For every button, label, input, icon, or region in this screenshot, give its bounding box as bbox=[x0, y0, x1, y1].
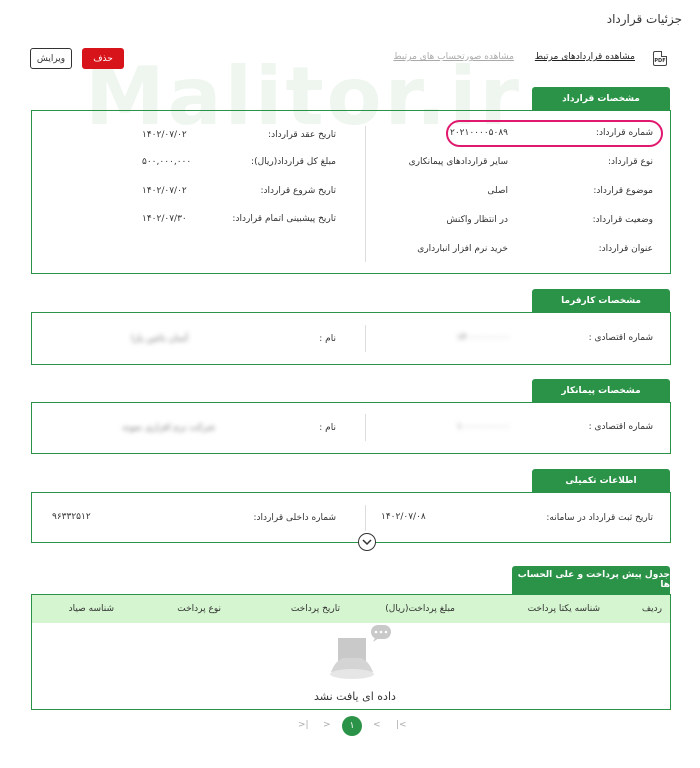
chevron-down-icon bbox=[362, 538, 372, 545]
contract-type-value: سایر قراردادهای پیمانکاری bbox=[408, 157, 508, 167]
delete-button[interactable]: حذف bbox=[82, 48, 124, 69]
contract-date-value: ۱۴۰۲/۰۷/۰۲ bbox=[142, 130, 187, 140]
payments-section-header: جدول پیش پرداخت و علی الحساب ها bbox=[512, 566, 670, 594]
employer-divider bbox=[365, 325, 366, 352]
col-sayad-id: شناسه صیاد bbox=[68, 604, 114, 614]
current-page-button[interactable]: ۱ bbox=[342, 716, 362, 736]
employer-card bbox=[31, 312, 671, 365]
contractor-section-header: مشخصات پیمانکار bbox=[532, 379, 670, 402]
contract-date-label: تاریخ عقد قرارداد: bbox=[268, 130, 336, 140]
first-page-button[interactable]: |< bbox=[298, 720, 309, 730]
contract-amount-label: مبلغ کل قرارداد(ریال): bbox=[251, 157, 336, 167]
col-payment-date: تاریخ پرداخت bbox=[290, 604, 340, 614]
contract-subject-label: موضوع قرارداد: bbox=[593, 186, 653, 196]
empty-state-text: داده ای یافت نشد bbox=[314, 690, 396, 703]
employer-name-value: آسان باغین پارا bbox=[131, 334, 188, 344]
related-invoices-link[interactable]: مشاهده صورتحساب های مرتبط bbox=[393, 52, 514, 62]
next-page-button[interactable]: > bbox=[373, 720, 381, 730]
employer-name-label: نام : bbox=[319, 334, 336, 344]
col-row: ردیف bbox=[641, 604, 662, 614]
page-title: جزئیات قرارداد bbox=[606, 12, 682, 26]
employer-econ-label: شماره اقتصادی : bbox=[588, 333, 653, 343]
contract-number-value: ۲۰۲۱۰۰۰۰۵۰۸۹ bbox=[449, 128, 508, 138]
edit-button[interactable]: ویرایش bbox=[30, 48, 72, 69]
extra-divider bbox=[365, 505, 366, 531]
contract-section-header: مشخصات قرارداد bbox=[532, 87, 670, 110]
contract-end-value: ۱۴۰۲/۰۷/۳۰ bbox=[142, 214, 187, 224]
col-payment-id: شناسه یکتا پرداخت bbox=[527, 604, 600, 614]
col-payment-amount: مبلغ پرداخت(ریال) bbox=[385, 604, 455, 614]
extra-section-header: اطلاعات تکمیلی bbox=[532, 469, 670, 492]
contract-start-label: تاریخ شروع قرارداد: bbox=[260, 186, 336, 196]
prev-page-button[interactable]: < bbox=[323, 720, 331, 730]
contractor-name-value: شرکت نرم افزاری نمونه bbox=[122, 423, 215, 433]
registration-date-value: ۱۴۰۲/۰۷/۰۸ bbox=[381, 512, 426, 522]
contract-status-label: وضعیت قرارداد: bbox=[592, 215, 653, 225]
internal-number-value: ۹۶۳۳۲۵۱۲ bbox=[52, 512, 91, 522]
registration-date-label: تاریخ ثبت قرارداد در سامانه: bbox=[546, 513, 653, 523]
contract-type-label: نوع قرارداد: bbox=[607, 157, 653, 167]
last-page-button[interactable]: >| bbox=[396, 720, 407, 730]
contract-subject-value: اصلی bbox=[487, 186, 508, 196]
employer-econ-value: ۱۴۰۰۰۰۰۰۰۰۰ bbox=[456, 333, 510, 343]
pdf-icon[interactable]: PDF bbox=[653, 51, 667, 66]
empty-state-icon bbox=[323, 624, 393, 686]
internal-number-label: شماره داخلی قرارداد: bbox=[253, 513, 337, 523]
contractor-econ-label: شماره اقتصادی : bbox=[588, 422, 653, 432]
contract-title-label: عنوان قرارداد: bbox=[598, 244, 653, 254]
contract-status-value: در انتظار واکنش bbox=[446, 215, 508, 225]
contractor-econ-value: ۱۰۰۰۰۰۰۰۰۰۰ bbox=[456, 422, 510, 432]
related-contracts-link[interactable]: مشاهده قراردادهای مرتبط bbox=[535, 52, 635, 62]
contractor-divider bbox=[365, 414, 366, 441]
contractor-name-label: نام : bbox=[319, 423, 336, 433]
col-payment-type: نوع پرداخت bbox=[177, 604, 221, 614]
contract-divider bbox=[365, 126, 366, 262]
contract-amount-value: ۵۰۰,۰۰۰,۰۰۰ bbox=[142, 157, 192, 167]
contract-end-label: تاریخ پیشبینی اتمام قرارداد: bbox=[232, 214, 336, 224]
employer-section-header: مشخصات کارفرما bbox=[532, 289, 670, 312]
expand-button[interactable] bbox=[358, 533, 376, 551]
contract-number-label: شماره قرارداد: bbox=[595, 128, 653, 138]
contract-title-value: خرید نرم افزار انبارداری bbox=[417, 244, 508, 254]
contract-start-value: ۱۴۰۲/۰۷/۰۲ bbox=[142, 186, 187, 196]
